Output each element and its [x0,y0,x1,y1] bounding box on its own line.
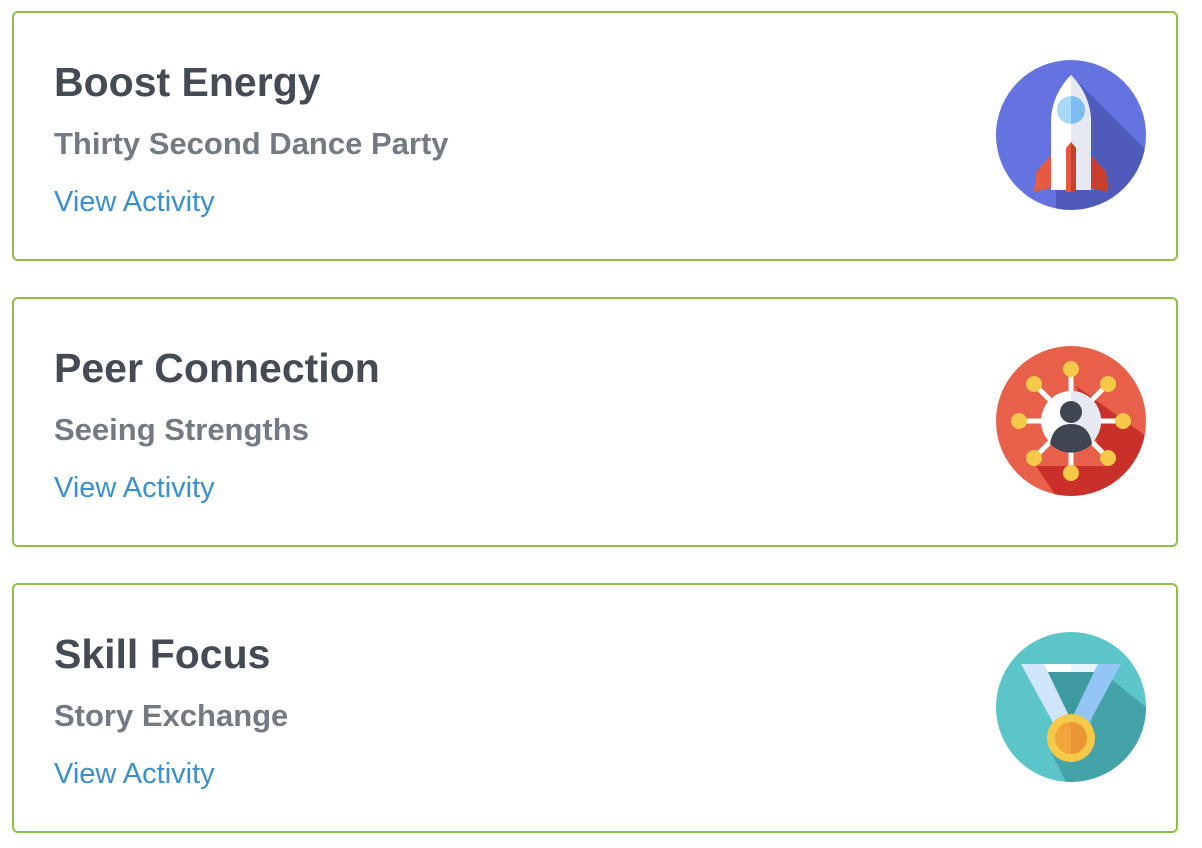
view-activity-link[interactable]: View Activity [54,470,215,506]
card-subtitle: Seeing Strengths [54,412,309,447]
activity-card-boost-energy: Boost Energy Thirty Second Dance Party V… [12,11,1178,261]
medal-icon [996,632,1146,782]
card-title: Boost Energy [54,59,321,105]
card-title: Peer Connection [54,345,380,391]
view-activity-link[interactable]: View Activity [54,184,215,220]
view-activity-link[interactable]: View Activity [54,756,215,792]
network-person-icon [996,346,1146,496]
card-subtitle: Story Exchange [54,698,289,733]
activity-card-peer-connection: Peer Connection Seeing Strengths View Ac… [12,297,1178,547]
card-title: Skill Focus [54,631,271,677]
rocket-icon [996,60,1146,210]
activity-card-skill-focus: Skill Focus Story Exchange View Activity [12,583,1178,833]
card-subtitle: Thirty Second Dance Party [54,126,449,161]
